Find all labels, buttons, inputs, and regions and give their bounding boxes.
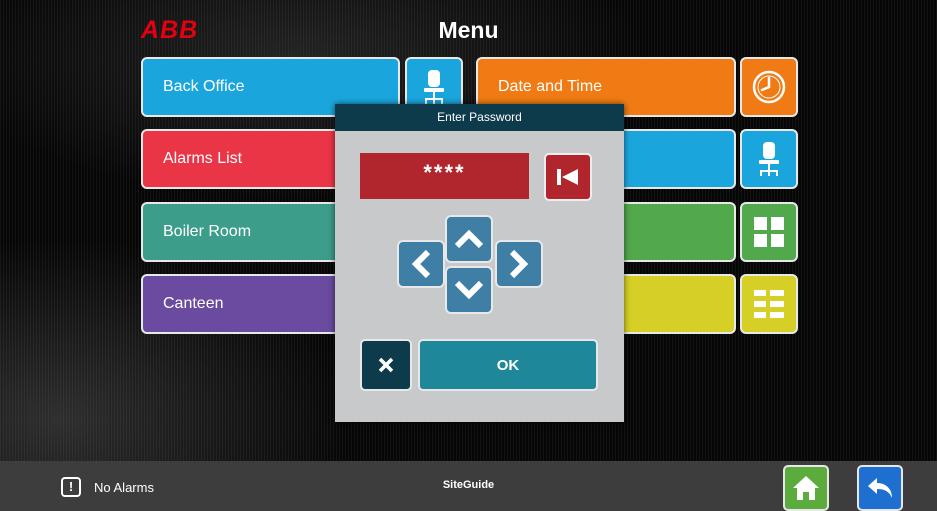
chevron-left-icon bbox=[411, 249, 431, 279]
menu-tile-label: Back Office bbox=[163, 78, 245, 95]
ok-button[interactable]: OK bbox=[418, 339, 598, 391]
office-chair-icon bbox=[759, 142, 779, 176]
password-dialog: Enter Password **** OK bbox=[335, 104, 624, 422]
menu-tile-label: Alarms List bbox=[163, 150, 243, 167]
cancel-button[interactable] bbox=[360, 339, 412, 391]
password-field[interactable]: **** bbox=[360, 153, 529, 199]
menu-screen: ABB Menu Back Office Alarms List Boiler … bbox=[0, 0, 937, 511]
date-time-icon-button[interactable] bbox=[740, 57, 798, 117]
home-button[interactable] bbox=[783, 465, 829, 511]
backspace-button[interactable] bbox=[544, 153, 592, 201]
list-icon-button[interactable] bbox=[740, 274, 798, 334]
back-button[interactable] bbox=[857, 465, 903, 511]
arrow-up-button[interactable] bbox=[445, 215, 493, 263]
office-2-icon-button[interactable] bbox=[740, 129, 798, 189]
arrow-down-button[interactable] bbox=[445, 266, 493, 314]
dialog-title: Enter Password bbox=[335, 104, 624, 131]
page-title: Menu bbox=[438, 17, 499, 43]
grid-icon bbox=[754, 217, 784, 247]
close-icon bbox=[378, 357, 394, 373]
chevron-right-icon bbox=[509, 249, 529, 279]
chevron-down-icon bbox=[454, 280, 484, 300]
office-chair-icon bbox=[424, 70, 444, 104]
status-bar: ! No Alarms SiteGuide bbox=[0, 461, 937, 511]
menu-tile-label: Boiler Room bbox=[163, 223, 252, 240]
chevron-up-icon bbox=[454, 229, 484, 249]
menu-tile-label: Canteen bbox=[163, 295, 224, 312]
back-arrow-icon bbox=[868, 478, 892, 498]
clock-icon bbox=[752, 70, 786, 104]
arrow-left-button[interactable] bbox=[397, 240, 445, 288]
home-icon bbox=[793, 476, 819, 500]
grid-icon-button[interactable] bbox=[740, 202, 798, 262]
menu-tile-label: Date and Time bbox=[498, 78, 603, 95]
arrow-right-button[interactable] bbox=[495, 240, 543, 288]
list-icon bbox=[754, 290, 784, 318]
backspace-icon bbox=[557, 169, 578, 185]
